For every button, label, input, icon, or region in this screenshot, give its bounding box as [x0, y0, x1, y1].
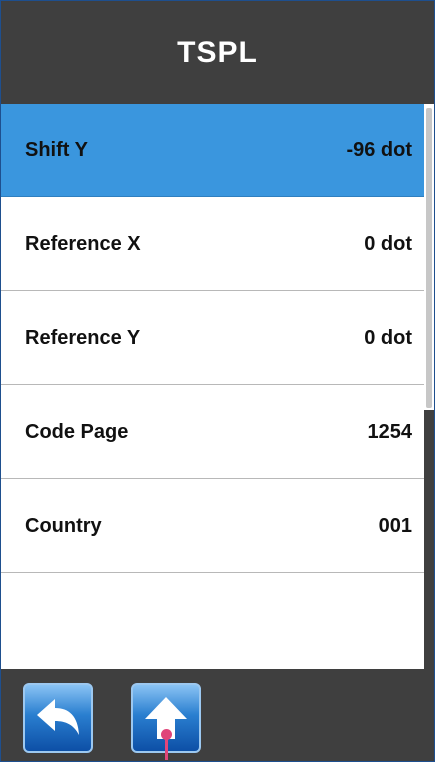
list-item-label: Shift Y — [25, 138, 88, 161]
list-item-value: 0 dot — [364, 326, 412, 349]
list-item-value: 0 dot — [364, 232, 412, 255]
app-frame: TSPL Shift Y -96 dot Reference X 0 dot R… — [0, 0, 435, 762]
list-item-code-page[interactable]: Code Page 1254 — [1, 386, 424, 479]
list-item-label: Reference Y — [25, 326, 141, 349]
back-button[interactable] — [23, 683, 93, 753]
list-item-country[interactable]: Country 001 — [1, 480, 424, 573]
touch-indicator-dot — [161, 729, 172, 740]
scrollbar[interactable] — [424, 104, 434, 669]
page-title: TSPL — [177, 35, 258, 69]
list-item-shift-y[interactable]: Shift Y -96 dot — [1, 104, 424, 197]
list-item-reference-y[interactable]: Reference Y 0 dot — [1, 292, 424, 385]
scrollbar-thumb[interactable] — [426, 108, 432, 408]
list-item-value: 1254 — [367, 420, 413, 443]
list-item-value: -96 dot — [346, 138, 412, 161]
list-item-reference-x[interactable]: Reference X 0 dot — [1, 198, 424, 291]
bottom-toolbar — [1, 669, 434, 761]
list-item-label: Reference X — [25, 232, 141, 255]
back-arrow-icon — [37, 699, 79, 735]
title-bar: TSPL — [1, 1, 434, 104]
list-item-label: Country — [25, 514, 102, 537]
scrollbar-lower-track — [424, 410, 434, 669]
settings-list: Shift Y -96 dot Reference X 0 dot Refere… — [1, 104, 424, 669]
list-item-label: Code Page — [25, 420, 129, 443]
list-item-value: 001 — [378, 514, 412, 537]
